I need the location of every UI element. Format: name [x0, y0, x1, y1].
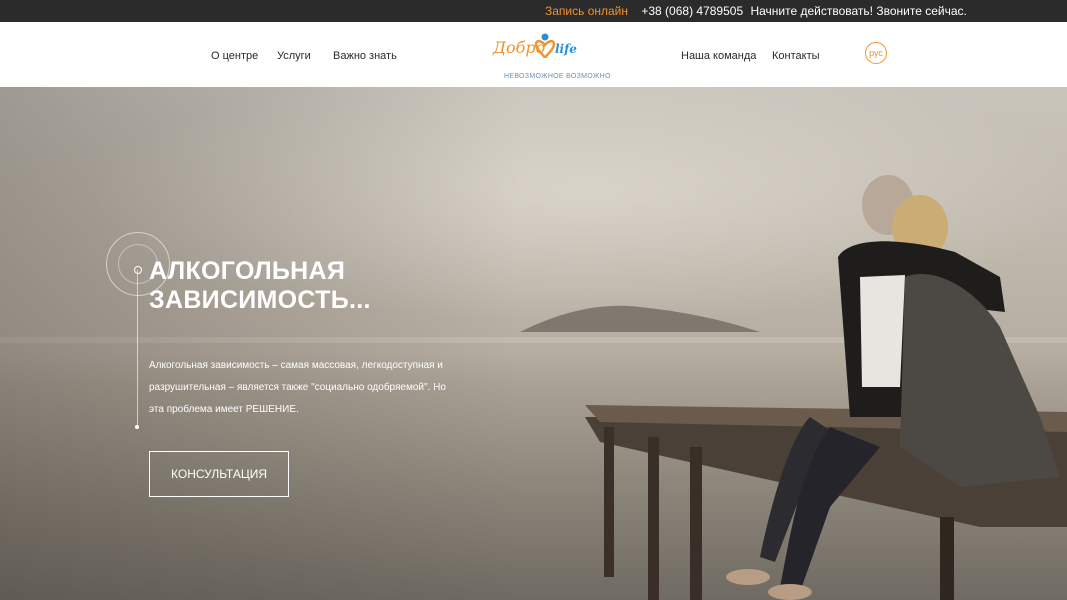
language-switcher[interactable]: рус — [865, 42, 887, 64]
decorative-dot-top — [134, 266, 142, 274]
logo[interactable]: Добро life НЕВОЗМОЖНОЕ ВОЗМОЖНО — [493, 30, 610, 82]
nav-item-important[interactable]: Важно знать — [333, 50, 397, 62]
decorative-line — [137, 270, 138, 428]
book-online-link[interactable]: Запись онлайн — [545, 4, 628, 18]
hero-shade-overlay — [0, 87, 520, 600]
nav-item-team[interactable]: Наша команда — [681, 50, 756, 62]
top-bar-content: Запись онлайн +38 (068) 4789505 Начните … — [545, 0, 967, 22]
hero-title-line-2: ЗАВИСИМОСТЬ... — [149, 286, 371, 314]
hero-section: АЛКОГОЛЬНАЯ ЗАВИСИМОСТЬ... Алкогольная з… — [0, 87, 1067, 600]
decorative-dot-bottom — [135, 425, 139, 429]
phone-number[interactable]: +38 (068) 4789505 — [641, 4, 743, 18]
call-to-action-text: Начните действовать! Звоните сейчас. — [750, 4, 967, 18]
nav-item-about[interactable]: О центре — [211, 50, 258, 62]
logo-word-life: life — [555, 42, 577, 56]
nav-item-services[interactable]: Услуги — [277, 50, 311, 62]
logo-tagline: НЕВОЗМОЖНОЕ ВОЗМОЖНО — [504, 73, 611, 80]
top-bar: Запись онлайн +38 (068) 4789505 Начните … — [0, 0, 1067, 22]
hero-title-line-1: АЛКОГОЛЬНАЯ — [149, 257, 346, 285]
hero-title: АЛКОГОЛЬНАЯ ЗАВИСИМОСТЬ... — [149, 257, 449, 315]
nav-item-contacts[interactable]: Контакты — [772, 50, 820, 62]
hero-description: Алкогольная зависимость – самая массовая… — [149, 360, 446, 415]
consultation-button[interactable]: КОНСУЛЬТАЦИЯ — [149, 451, 289, 497]
site-header: О центре Услуги Важно знать Наша команда… — [0, 22, 1067, 87]
